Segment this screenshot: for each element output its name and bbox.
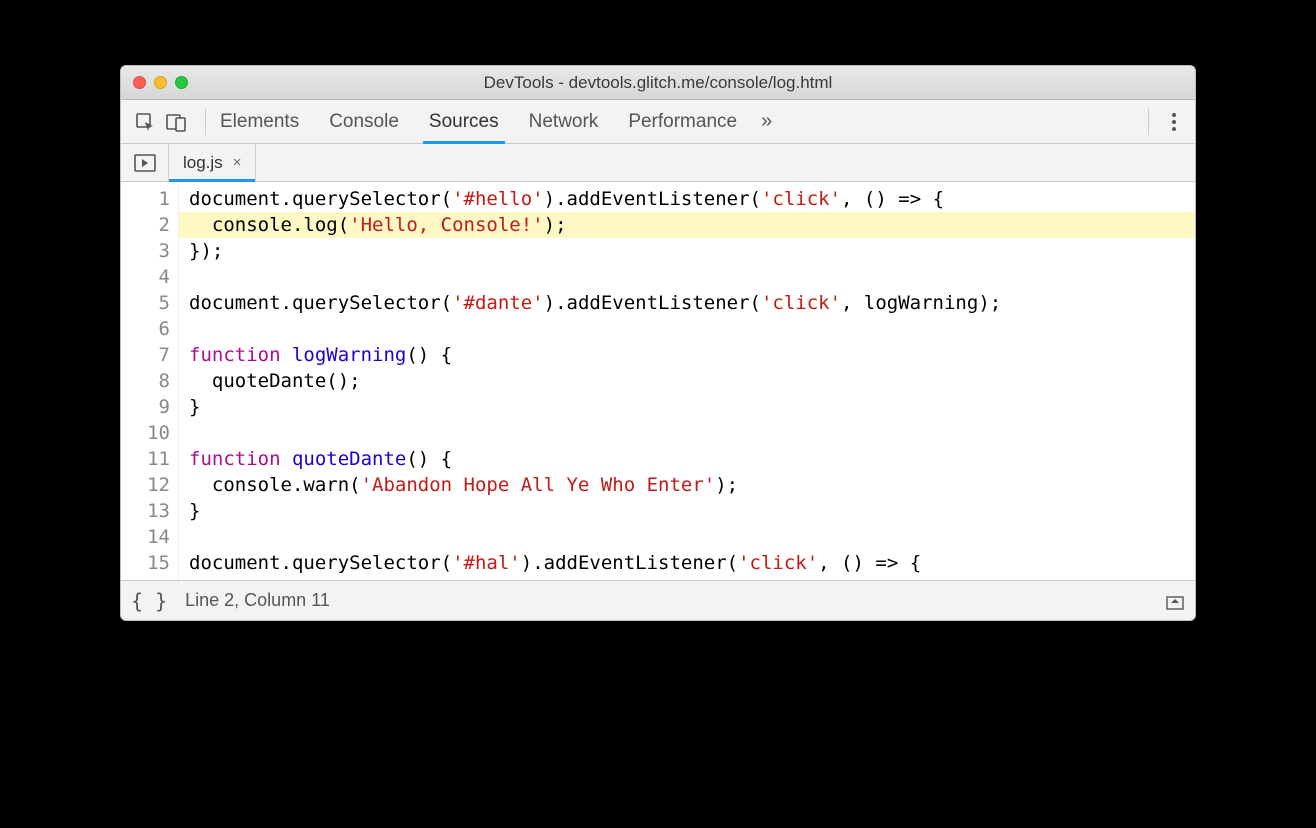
panel-tab-sources[interactable]: Sources	[429, 100, 499, 143]
code-line[interactable]: quoteDante();	[189, 368, 1195, 394]
code-line[interactable]	[189, 264, 1195, 290]
panel-tabs: Elements Console Sources Network Performance	[220, 100, 737, 143]
settings-menu-button[interactable]	[1163, 111, 1185, 133]
source-file-tab[interactable]: log.js ×	[169, 144, 256, 181]
panel-tab-network[interactable]: Network	[529, 100, 599, 143]
line-number[interactable]: 8	[121, 368, 170, 394]
devtools-window: DevTools - devtools.glitch.me/console/lo…	[120, 65, 1196, 621]
line-number[interactable]: 9	[121, 394, 170, 420]
toggle-drawer-button[interactable]	[1165, 591, 1185, 611]
code-line[interactable]: }	[189, 498, 1195, 524]
device-toolbar-icon[interactable]	[163, 108, 191, 136]
more-panels-button[interactable]: »	[761, 110, 772, 133]
line-number[interactable]: 10	[121, 420, 170, 446]
window-close-button[interactable]	[133, 76, 146, 89]
traffic-lights	[133, 76, 188, 89]
code-line[interactable]: document.querySelector('#hal').addEventL…	[189, 550, 1195, 576]
close-icon[interactable]: ×	[233, 154, 242, 171]
panel-tab-performance[interactable]: Performance	[628, 100, 737, 143]
inspect-element-icon[interactable]	[131, 108, 159, 136]
code-line[interactable]: console.log('Hello, Console!');	[179, 212, 1195, 238]
code-line[interactable]: function logWarning() {	[189, 342, 1195, 368]
status-bar: { } Line 2, Column 11	[121, 580, 1195, 620]
code-line[interactable]: });	[189, 238, 1195, 264]
line-number-gutter[interactable]: 123456789101112131415	[121, 182, 179, 580]
toolbar-divider	[205, 109, 206, 135]
pretty-print-button[interactable]: { }	[131, 589, 167, 613]
code-line[interactable]	[189, 524, 1195, 550]
line-number[interactable]: 13	[121, 498, 170, 524]
code-content[interactable]: document.querySelector('#hello').addEven…	[179, 182, 1195, 580]
titlebar: DevTools - devtools.glitch.me/console/lo…	[121, 66, 1195, 100]
line-number[interactable]: 15	[121, 550, 170, 576]
sources-subbar: log.js ×	[121, 144, 1195, 182]
line-number[interactable]: 3	[121, 238, 170, 264]
window-minimize-button[interactable]	[154, 76, 167, 89]
toolbar-divider-right	[1148, 109, 1149, 135]
line-number[interactable]: 7	[121, 342, 170, 368]
panel-tab-elements[interactable]: Elements	[220, 100, 299, 143]
show-navigator-button[interactable]	[121, 144, 169, 181]
panel-tab-console[interactable]: Console	[329, 100, 399, 143]
code-line[interactable]: document.querySelector('#dante').addEven…	[189, 290, 1195, 316]
main-toolbar: Elements Console Sources Network Performance…	[121, 100, 1195, 144]
code-line[interactable]: document.querySelector('#hello').addEven…	[189, 186, 1195, 212]
line-number[interactable]: 4	[121, 264, 170, 290]
code-line[interactable]: }	[189, 394, 1195, 420]
code-line[interactable]	[189, 420, 1195, 446]
window-title: DevTools - devtools.glitch.me/console/lo…	[121, 73, 1195, 93]
code-line[interactable]	[189, 316, 1195, 342]
code-line[interactable]: console.warn('Abandon Hope All Ye Who En…	[189, 472, 1195, 498]
code-editor[interactable]: 123456789101112131415 document.querySele…	[121, 182, 1195, 580]
file-tab-label: log.js	[183, 153, 223, 173]
line-number[interactable]: 11	[121, 446, 170, 472]
cursor-position-label: Line 2, Column 11	[185, 590, 330, 611]
line-number[interactable]: 5	[121, 290, 170, 316]
chevron-right-icon: »	[761, 110, 772, 133]
window-zoom-button[interactable]	[175, 76, 188, 89]
line-number[interactable]: 6	[121, 316, 170, 342]
line-number[interactable]: 2	[121, 212, 170, 238]
line-number[interactable]: 1	[121, 186, 170, 212]
code-line[interactable]: function quoteDante() {	[189, 446, 1195, 472]
line-number[interactable]: 12	[121, 472, 170, 498]
line-number[interactable]: 14	[121, 524, 170, 550]
